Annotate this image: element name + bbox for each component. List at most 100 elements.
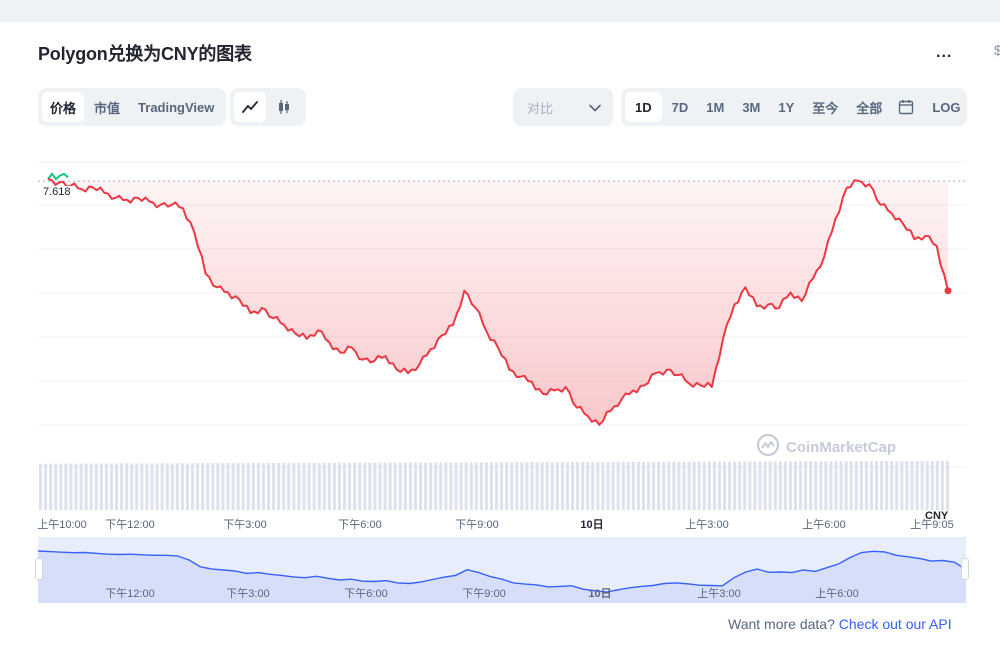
line-chart-icon[interactable]	[234, 92, 266, 122]
volume-bar	[378, 462, 382, 510]
volume-bar	[241, 463, 245, 510]
volume-bar	[560, 462, 564, 510]
volume-bar	[79, 463, 83, 510]
range-1y[interactable]: 1Y	[770, 92, 802, 122]
volume-bar	[687, 461, 691, 510]
navigator-right-handle[interactable]	[961, 558, 969, 580]
volume-bar	[596, 462, 600, 510]
volume-bar	[672, 461, 676, 510]
volume-bar	[115, 463, 119, 510]
candlestick-icon[interactable]	[268, 92, 300, 122]
volume-bar	[849, 461, 853, 510]
volume-bar	[925, 460, 929, 510]
volume-bar	[652, 461, 656, 510]
volume-bar	[246, 463, 250, 510]
tab-market-cap[interactable]: 市值	[86, 92, 128, 122]
volume-bar	[343, 462, 347, 510]
volume-bar	[859, 461, 863, 510]
volume-bar	[363, 462, 367, 510]
volume-bar	[39, 463, 43, 510]
volume-bar	[337, 462, 341, 510]
volume-bar	[920, 461, 924, 510]
volume-bar	[885, 461, 889, 510]
volume-bar	[728, 461, 732, 510]
volume-bar	[393, 462, 397, 510]
tab-price[interactable]: 价格	[42, 92, 85, 122]
x-tick-label: 10日	[580, 519, 604, 531]
volume-bar	[317, 462, 321, 510]
footer-text: Want more data?	[728, 616, 835, 632]
navigator-left-handle[interactable]	[35, 558, 43, 580]
volume-bar	[125, 463, 129, 510]
volume-bar	[576, 462, 580, 510]
range-3m[interactable]: 3M	[734, 92, 768, 122]
volume-bar	[525, 462, 529, 510]
range-1m[interactable]: 1M	[698, 92, 732, 122]
volume-bar	[327, 462, 331, 510]
compare-select[interactable]: 对比	[513, 88, 613, 126]
price-line-up	[47, 172, 69, 181]
volume-bar	[120, 463, 124, 510]
watermark: CoinMarketCap	[756, 433, 896, 461]
volume-bar	[520, 462, 524, 510]
volume-bar	[500, 462, 504, 510]
volume-bar	[221, 463, 225, 510]
volume-bar	[444, 462, 448, 510]
volume-bar	[834, 461, 838, 510]
volume-bar	[581, 462, 585, 510]
volume-bar	[434, 462, 438, 510]
x-tick-label: 下午3:00	[223, 519, 267, 531]
volume-bar	[84, 463, 88, 510]
volume-bar	[474, 462, 478, 510]
api-link[interactable]: Check out our API	[839, 616, 952, 632]
volume-bar	[616, 461, 620, 510]
volume-bar	[261, 463, 265, 510]
volume-bar	[135, 463, 139, 510]
volume-bar	[824, 461, 828, 510]
volume-bar	[307, 462, 311, 510]
volume-bar	[165, 463, 169, 510]
volume-bar	[226, 463, 230, 510]
volume-bar	[854, 461, 858, 510]
range-ytd[interactable]: 至今	[804, 92, 846, 122]
volume-bar	[743, 461, 747, 510]
range-7d[interactable]: 7D	[664, 92, 697, 122]
volume-bar	[535, 462, 539, 510]
range-tabs: 1D 7D 1M 3M 1Y 至今 全部 LOG	[621, 88, 967, 126]
volume-bar	[170, 463, 174, 510]
volume-bar	[322, 462, 326, 510]
volume-bar	[459, 462, 463, 510]
volume-bar	[211, 463, 215, 510]
volume-bar	[398, 462, 402, 510]
volume-bar	[464, 462, 468, 510]
volume-bar	[839, 461, 843, 510]
volume-bar	[778, 461, 782, 510]
tab-tradingview[interactable]: TradingView	[130, 92, 222, 122]
range-all[interactable]: 全部	[848, 92, 890, 122]
currency-label: CNY	[925, 510, 949, 522]
volume-bar	[783, 461, 787, 510]
volume-bar	[358, 462, 362, 510]
volume-bar	[586, 462, 590, 510]
volume-bar	[312, 462, 316, 510]
log-toggle[interactable]: LOG	[924, 92, 968, 122]
volume-bar	[292, 462, 296, 510]
volume-bar	[256, 463, 260, 510]
volume-bar	[809, 461, 813, 510]
volume-bar	[773, 461, 777, 510]
range-1d[interactable]: 1D	[625, 92, 662, 122]
more-options-button[interactable]: ...	[936, 44, 952, 62]
volume-bar	[302, 462, 306, 510]
volume-bar	[733, 461, 737, 510]
volume-bar	[231, 463, 235, 510]
compare-label: 对比	[527, 100, 554, 116]
calendar-icon[interactable]	[892, 92, 920, 122]
volume-bar	[677, 461, 681, 510]
volume-bar	[332, 462, 336, 510]
volume-bar	[875, 461, 879, 510]
open-price-label: 7.618	[42, 186, 72, 198]
volume-bar	[758, 461, 762, 510]
volume-bar	[89, 463, 93, 510]
volume-bar	[282, 463, 286, 510]
page-title: Polygon兑换为CNY的图表	[38, 44, 252, 64]
